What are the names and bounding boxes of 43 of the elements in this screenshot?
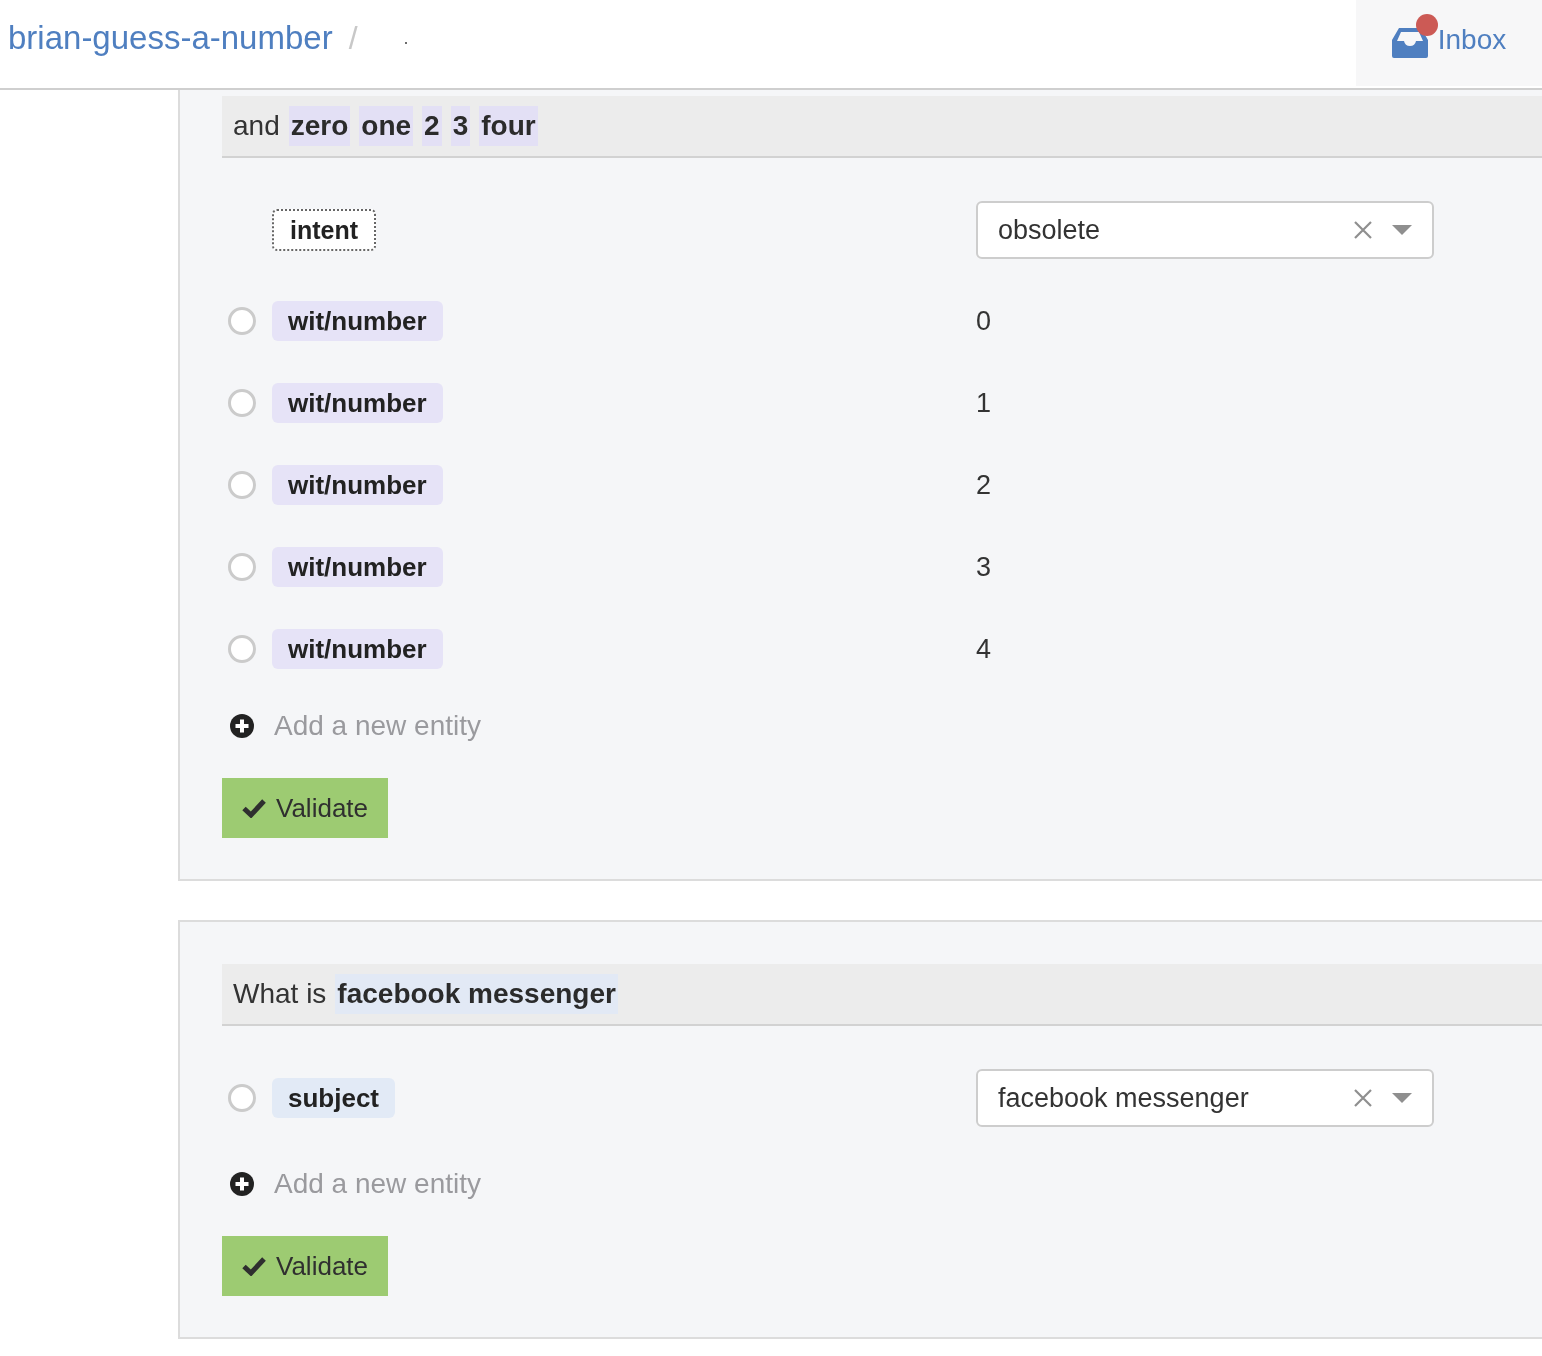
validate-button[interactable]: Validate [222,1236,389,1296]
inbox-tray-icon [1391,28,1428,58]
validate-button[interactable]: Validate [222,778,389,838]
inbox-link[interactable]: Inbox [1356,0,1542,86]
radio-button[interactable] [228,307,256,335]
entity-value: 2 [976,468,992,502]
plus-circle-icon [230,714,254,738]
check-icon [242,1256,266,1276]
radio-button[interactable] [228,389,256,417]
check-icon [242,798,266,818]
entity-tag: wit/number [272,383,443,423]
entity-value: 3 [976,550,992,584]
plus-circle-icon [230,1172,254,1196]
entity-tag: wit/number [272,465,443,505]
highlighted-word: one [359,106,414,146]
intent-select[interactable]: obsolete [976,201,1434,259]
entity-tag: wit/number [272,629,443,669]
entity-value: 1 [976,386,992,420]
radio-button[interactable] [228,553,256,581]
highlighted-word: 3 [450,106,471,146]
radio-button[interactable] [228,1084,256,1112]
entity-tag: wit/number [272,301,443,341]
entity-tag: wit/number [272,547,443,587]
caret-icon[interactable] [1392,225,1412,235]
clear-icon[interactable] [1354,221,1372,239]
sentence-text: What is [233,977,327,1011]
sentence-text: and [233,109,280,143]
highlighted-word: 2 [422,106,442,146]
highlighted-word: facebook messenger [335,974,618,1014]
entity-select[interactable]: facebook messenger [976,1069,1434,1127]
intent-label: intent [272,209,377,251]
breadcrumb-link[interactable]: brian-guess-a-number [8,13,333,63]
entity-value: 4 [976,632,992,666]
entity-tag: subject [272,1078,396,1118]
highlighted-word: four [479,106,538,146]
clear-icon[interactable] [1354,1089,1372,1107]
entity-value: 0 [976,304,992,338]
radio-button[interactable] [228,471,256,499]
caret-icon[interactable] [1392,1093,1412,1103]
radio-button[interactable] [228,635,256,663]
breadcrumb-separator: / [348,19,358,58]
breadcrumb-item: . [403,26,409,50]
highlighted-word: zero [288,106,351,146]
